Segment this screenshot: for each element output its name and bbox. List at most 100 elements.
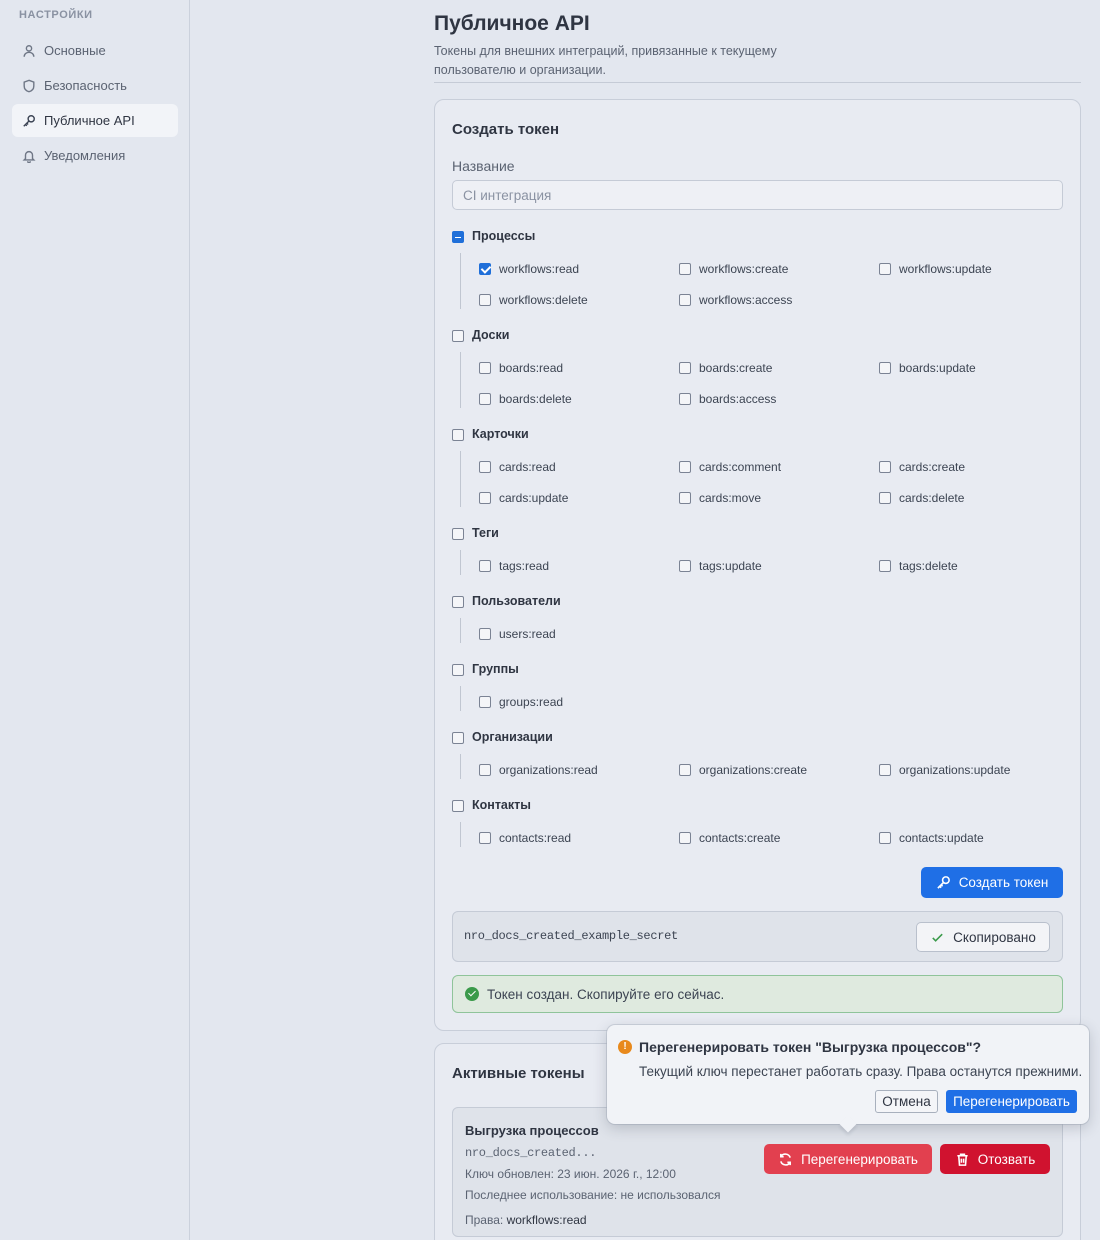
permission-checkbox[interactable] [479, 461, 491, 473]
group-indent-line [460, 253, 461, 309]
group-indent-line [460, 352, 461, 408]
group-checkbox[interactable] [452, 596, 464, 608]
permission-label: workflows:read [499, 262, 580, 276]
create-token-button[interactable]: Создать токен [921, 867, 1063, 898]
popover-cancel-button[interactable]: Отмена [875, 1090, 938, 1113]
group-label: Группы [472, 662, 519, 676]
group-label: Доски [472, 328, 510, 342]
token-prefix: nro_docs_created... [465, 1146, 597, 1160]
copy-button[interactable]: Скопировано [916, 922, 1050, 952]
permission-checkbox[interactable] [479, 492, 491, 504]
group-label: Теги [472, 526, 499, 540]
permission-checkbox[interactable] [879, 832, 891, 844]
permission-checkbox[interactable] [679, 560, 691, 572]
permission-label: tags:delete [899, 559, 958, 573]
permission-label: cards:delete [899, 491, 965, 505]
regenerate-confirm-popover: ! Перегенерировать токен "Выгрузка проце… [607, 1025, 1089, 1124]
group-checkbox[interactable] [452, 800, 464, 812]
page-title: Публичное API [434, 12, 590, 35]
refresh-icon [780, 1152, 792, 1166]
sidebar-heading: НАСТРОЙКИ [19, 9, 93, 21]
popover-confirm-button[interactable]: Перегенерировать [946, 1090, 1077, 1113]
permission-checkbox[interactable] [879, 362, 891, 374]
sidebar-item-public-api[interactable]: Публичное API [12, 104, 178, 137]
permission-checkbox[interactable] [679, 492, 691, 504]
permission-label: workflows:delete [499, 293, 588, 307]
group-checkbox[interactable] [452, 664, 464, 676]
token-secret[interactable]: nro_docs_created_example_secret [464, 929, 678, 943]
permission-checkbox[interactable] [479, 263, 491, 275]
group-checkbox[interactable] [452, 231, 464, 243]
token-name-input[interactable] [452, 180, 1063, 210]
permission-checkbox[interactable] [879, 263, 891, 275]
permission-checkbox[interactable] [479, 560, 491, 572]
sidebar-item-label: Безопасность [44, 78, 127, 93]
permission-label: workflows:access [699, 293, 793, 307]
key-icon [936, 876, 950, 889]
permission-checkbox[interactable] [879, 492, 891, 504]
permission-label: cards:update [499, 491, 569, 505]
shield-icon [23, 79, 35, 92]
active-tokens-title: Активные токены [452, 1065, 585, 1082]
permission-checkbox[interactable] [479, 294, 491, 306]
permission-checkbox[interactable] [679, 832, 691, 844]
permission-label: cards:comment [699, 460, 782, 474]
token-last-used: Последнее использование: не использовалс… [465, 1188, 721, 1202]
permission-label: cards:create [899, 460, 966, 474]
permission-label: contacts:read [499, 831, 572, 845]
group-indent-line [460, 822, 461, 847]
sidebar-item-notifications[interactable]: Уведомления [12, 139, 178, 172]
permission-checkbox[interactable] [479, 832, 491, 844]
permission-checkbox[interactable] [479, 764, 491, 776]
revoke-button[interactable]: Отозвать [940, 1144, 1050, 1174]
check-circle-icon [465, 987, 479, 1001]
regenerate-button[interactable]: Перегенерировать [764, 1144, 932, 1174]
token-item: Выгрузка процессов nro_docs_created... К… [452, 1107, 1063, 1237]
permission-checkbox[interactable] [479, 393, 491, 405]
group-checkbox[interactable] [452, 330, 464, 342]
permission-checkbox[interactable] [679, 362, 691, 374]
check-icon [932, 933, 943, 942]
group-label: Пользователи [472, 594, 561, 608]
group-indent-line [460, 618, 461, 643]
permission-checkbox[interactable] [879, 764, 891, 776]
permission-label: cards:read [499, 460, 556, 474]
create-token-title: Создать токен [452, 121, 560, 138]
group-checkbox[interactable] [452, 732, 464, 744]
permission-label: boards:delete [499, 392, 572, 406]
group-indent-line [460, 686, 461, 711]
permission-checkbox[interactable] [879, 560, 891, 572]
permission-label: organizations:create [699, 763, 808, 777]
permission-checkbox[interactable] [879, 461, 891, 473]
create-token-button-label: Создать токен [958, 875, 1049, 890]
sidebar-item-label: Основные [44, 43, 106, 58]
group-label: Процессы [472, 229, 536, 243]
revoke-button-label: Отозвать [977, 1151, 1036, 1167]
sidebar-item-general[interactable]: Основные [12, 34, 178, 67]
permission-checkbox[interactable] [679, 461, 691, 473]
permission-checkbox[interactable] [479, 696, 491, 708]
sidebar-item-label: Уведомления [44, 148, 126, 163]
permission-checkbox[interactable] [679, 393, 691, 405]
permission-checkbox[interactable] [679, 764, 691, 776]
permission-label: boards:access [699, 392, 777, 406]
permission-label: users:read [499, 627, 556, 641]
permission-label: workflows:update [899, 262, 992, 276]
group-label: Организации [472, 730, 553, 744]
sidebar-item-security[interactable]: Безопасность [12, 69, 178, 102]
group-checkbox[interactable] [452, 528, 464, 540]
success-alert: Токен создан. Скопируйте его сейчас. [452, 975, 1063, 1013]
regenerate-button-label: Перегенерировать [801, 1151, 918, 1167]
copy-button-label: Скопировано [953, 929, 1036, 945]
name-label: Название [452, 158, 515, 174]
permission-checkbox[interactable] [679, 263, 691, 275]
permission-label: boards:create [699, 361, 773, 375]
success-message: Токен создан. Скопируйте его сейчас. [487, 986, 725, 1002]
permission-checkbox[interactable] [679, 294, 691, 306]
permission-checkbox[interactable] [479, 362, 491, 374]
permission-label: workflows:create [699, 262, 789, 276]
group-checkbox[interactable] [452, 429, 464, 441]
permission-checkbox[interactable] [479, 628, 491, 640]
token-permissions-value: workflows:read [506, 1213, 587, 1227]
token-name: Выгрузка процессов [465, 1123, 599, 1138]
